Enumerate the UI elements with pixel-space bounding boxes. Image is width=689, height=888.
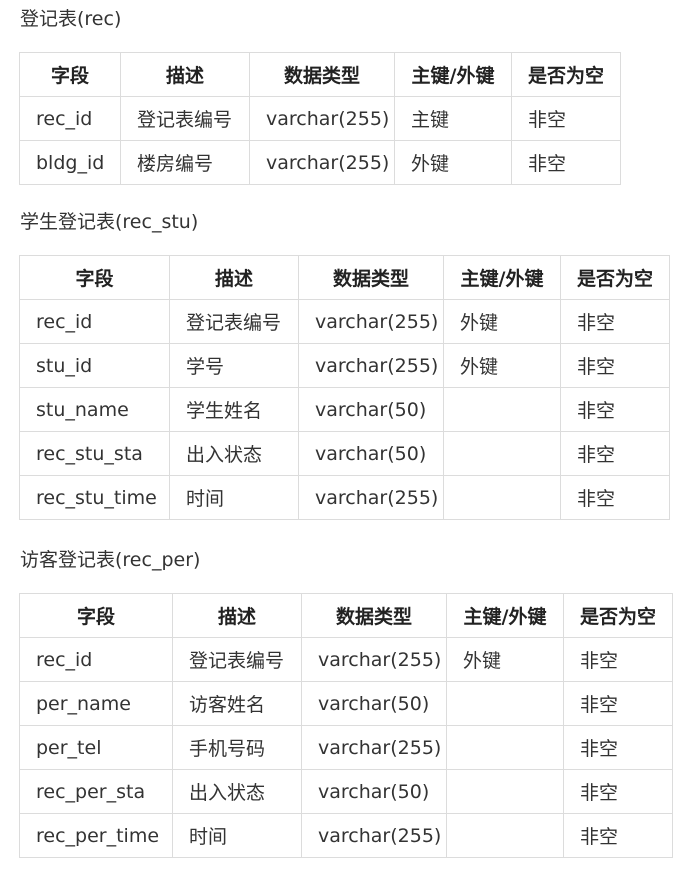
table-rec-per: 字段 描述 数据类型 主键/外键 是否为空 rec_id 登记表编号 varch…	[19, 593, 673, 858]
section-title-rec-stu: 学生登记表(rec_stu)	[20, 211, 199, 233]
cell-field: stu_id	[19, 343, 170, 388]
cell-field: rec_id	[19, 637, 173, 682]
table-row: rec_per_time 时间 varchar(255) 非空	[19, 813, 673, 858]
cell-data-type: varchar(255)	[298, 299, 444, 344]
cell-field: per_name	[19, 681, 173, 726]
table-row: rec_id 登记表编号 varchar(255) 主键 非空	[19, 96, 621, 141]
cell-key	[446, 681, 564, 726]
table-row: rec_id 登记表编号 varchar(255) 外键 非空	[19, 299, 670, 344]
cell-description: 学生姓名	[169, 387, 299, 432]
header-field: 字段	[19, 255, 170, 300]
cell-nullable: 非空	[511, 140, 621, 185]
cell-data-type: varchar(255)	[249, 140, 395, 185]
header-data-type: 数据类型	[301, 593, 447, 638]
cell-description: 时间	[169, 475, 299, 520]
cell-nullable: 非空	[560, 299, 670, 344]
cell-key: 外键	[446, 637, 564, 682]
cell-description: 登记表编号	[120, 96, 250, 141]
cell-key: 外键	[443, 299, 561, 344]
cell-field: rec_id	[19, 299, 170, 344]
table-row: rec_stu_time 时间 varchar(255) 非空	[19, 475, 670, 520]
cell-nullable: 非空	[560, 475, 670, 520]
cell-key: 主键	[394, 96, 512, 141]
cell-data-type: varchar(50)	[301, 681, 447, 726]
header-nullable: 是否为空	[563, 593, 673, 638]
header-key: 主键/外键	[394, 52, 512, 97]
section-title-rec-per: 访客登记表(rec_per)	[20, 549, 201, 571]
cell-data-type: varchar(50)	[301, 769, 447, 814]
table-header-row: 字段 描述 数据类型 主键/外键 是否为空	[19, 52, 621, 97]
cell-field: rec_id	[19, 96, 121, 141]
cell-description: 访客姓名	[172, 681, 302, 726]
cell-field: bldg_id	[19, 140, 121, 185]
cell-data-type: varchar(255)	[298, 343, 444, 388]
cell-nullable: 非空	[563, 769, 673, 814]
cell-nullable: 非空	[563, 813, 673, 858]
header-field: 字段	[19, 52, 121, 97]
table-row: rec_stu_sta 出入状态 varchar(50) 非空	[19, 431, 670, 476]
cell-nullable: 非空	[563, 681, 673, 726]
table-row: per_tel 手机号码 varchar(255) 非空	[19, 725, 673, 770]
cell-field: per_tel	[19, 725, 173, 770]
cell-data-type: varchar(255)	[301, 725, 447, 770]
header-key: 主键/外键	[443, 255, 561, 300]
header-description: 描述	[172, 593, 302, 638]
cell-key	[443, 475, 561, 520]
cell-description: 楼房编号	[120, 140, 250, 185]
table-rec-stu: 字段 描述 数据类型 主键/外键 是否为空 rec_id 登记表编号 varch…	[19, 255, 670, 520]
table-header-row: 字段 描述 数据类型 主键/外键 是否为空	[19, 593, 673, 638]
header-nullable: 是否为空	[560, 255, 670, 300]
header-data-type: 数据类型	[298, 255, 444, 300]
cell-field: rec_stu_sta	[19, 431, 170, 476]
cell-description: 时间	[172, 813, 302, 858]
cell-field: rec_stu_time	[19, 475, 170, 520]
cell-key: 外键	[394, 140, 512, 185]
cell-nullable: 非空	[563, 725, 673, 770]
table-row: stu_name 学生姓名 varchar(50) 非空	[19, 387, 670, 432]
cell-description: 登记表编号	[172, 637, 302, 682]
table-row: rec_id 登记表编号 varchar(255) 外键 非空	[19, 637, 673, 682]
cell-field: rec_per_time	[19, 813, 173, 858]
cell-key	[446, 769, 564, 814]
table-rec: 字段 描述 数据类型 主键/外键 是否为空 rec_id 登记表编号 varch…	[19, 52, 621, 185]
cell-nullable: 非空	[511, 96, 621, 141]
cell-description: 出入状态	[172, 769, 302, 814]
header-description: 描述	[169, 255, 299, 300]
cell-data-type: varchar(255)	[249, 96, 395, 141]
section-title-rec: 登记表(rec)	[20, 8, 122, 30]
cell-description: 学号	[169, 343, 299, 388]
cell-data-type: varchar(50)	[298, 387, 444, 432]
table-header-row: 字段 描述 数据类型 主键/外键 是否为空	[19, 255, 670, 300]
cell-data-type: varchar(255)	[301, 637, 447, 682]
cell-field: rec_per_sta	[19, 769, 173, 814]
table-row: per_name 访客姓名 varchar(50) 非空	[19, 681, 673, 726]
cell-key	[443, 387, 561, 432]
header-key: 主键/外键	[446, 593, 564, 638]
cell-nullable: 非空	[563, 637, 673, 682]
table-row: stu_id 学号 varchar(255) 外键 非空	[19, 343, 670, 388]
header-data-type: 数据类型	[249, 52, 395, 97]
table-row: rec_per_sta 出入状态 varchar(50) 非空	[19, 769, 673, 814]
cell-data-type: varchar(50)	[298, 431, 444, 476]
header-description: 描述	[120, 52, 250, 97]
cell-key	[446, 725, 564, 770]
cell-key: 外键	[443, 343, 561, 388]
cell-data-type: varchar(255)	[298, 475, 444, 520]
cell-nullable: 非空	[560, 387, 670, 432]
cell-nullable: 非空	[560, 431, 670, 476]
cell-description: 手机号码	[172, 725, 302, 770]
cell-data-type: varchar(255)	[301, 813, 447, 858]
cell-nullable: 非空	[560, 343, 670, 388]
cell-key	[443, 431, 561, 476]
cell-description: 登记表编号	[169, 299, 299, 344]
cell-description: 出入状态	[169, 431, 299, 476]
cell-key	[446, 813, 564, 858]
header-field: 字段	[19, 593, 173, 638]
cell-field: stu_name	[19, 387, 170, 432]
table-row: bldg_id 楼房编号 varchar(255) 外键 非空	[19, 140, 621, 185]
header-nullable: 是否为空	[511, 52, 621, 97]
